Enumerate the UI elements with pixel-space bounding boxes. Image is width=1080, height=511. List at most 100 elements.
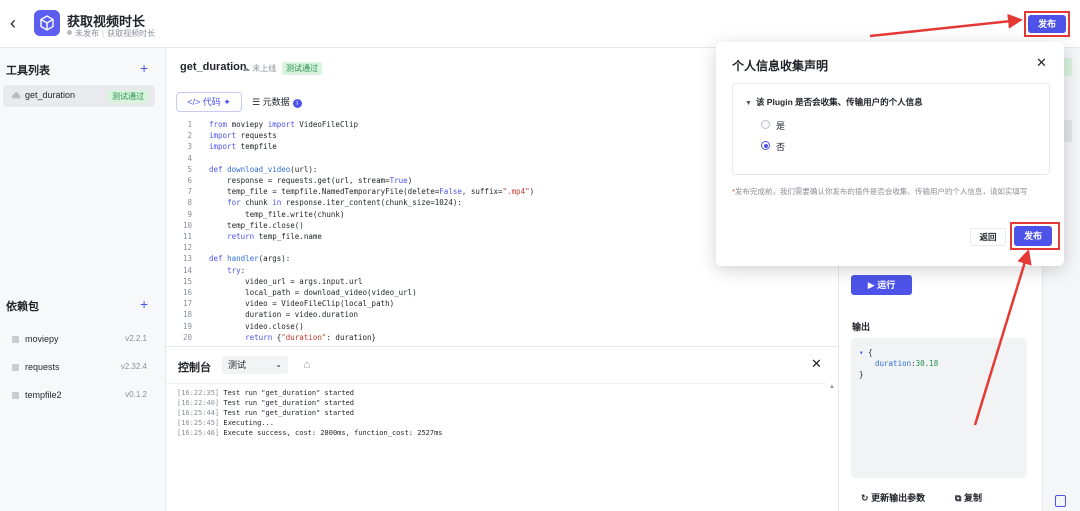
log-timestamp: [16:25:46] <box>177 429 220 437</box>
package-icon <box>12 336 19 343</box>
log-timestamp: [16:25:44] <box>177 409 220 417</box>
code-text: def handler(args): <box>209 254 291 264</box>
publish-status: 未发布 <box>75 29 99 38</box>
log-line: [16:25:44] Test run "get_duration" start… <box>177 408 354 418</box>
log-line: [16:22:40] Test run "get_duration" start… <box>177 398 354 408</box>
copy-button[interactable]: ⧉ 复制 <box>955 491 982 504</box>
document-icon[interactable] <box>1055 495 1066 507</box>
question-card: ▼ 该 Plugin 是否会收集、传输用户的个人信息 是 否 <box>732 83 1050 175</box>
add-tool-plus-icon[interactable]: + <box>140 61 148 75</box>
code-line: 20 return {"duration": duration} <box>166 332 838 343</box>
package-icon <box>12 392 19 399</box>
code-text: import requests <box>209 131 277 141</box>
plugin-description: 获取视频时长 <box>107 29 156 38</box>
back-arrow-icon[interactable]: ‹ <box>10 14 24 32</box>
copy-icon: ⧉ <box>955 493 962 503</box>
json-close-brace: } <box>859 370 864 379</box>
clear-console-icon[interactable]: ⌂ <box>299 357 315 373</box>
package-icon <box>12 364 19 371</box>
info-icon: i <box>292 99 302 108</box>
dependency-version: v0.1.2 <box>125 390 147 399</box>
back-button[interactable]: 返回 <box>970 228 1006 246</box>
json-open-brace: ▾ { <box>859 348 873 357</box>
line-number: 3 <box>187 142 192 152</box>
top-bar: ‹ 获取视频时长 未发布 | 获取视频时长 发布 <box>0 0 1080 48</box>
output-json-viewer: ▾ { duration:30.18 } <box>851 338 1027 478</box>
line-number: 4 <box>187 153 192 163</box>
dependency-item[interactable]: tempfile2 v0.1.2 <box>12 389 152 403</box>
close-icon[interactable]: ✕ <box>811 357 822 371</box>
add-dependency-plus-icon[interactable]: + <box>140 297 148 311</box>
line-number: 13 <box>182 254 192 264</box>
header-publish-button[interactable]: 发布 <box>1028 15 1066 33</box>
line-number: 10 <box>182 220 192 230</box>
scroll-up-arrow-icon[interactable]: ▲ <box>829 384 835 390</box>
dependency-item[interactable]: moviepy v2.2.1 <box>12 333 152 347</box>
line-number: 7 <box>187 187 192 197</box>
line-number: 20 <box>182 332 192 342</box>
line-number: 12 <box>182 243 192 253</box>
line-number: 18 <box>182 310 192 320</box>
line-number: 9 <box>187 209 192 219</box>
code-text: duration = video.duration <box>209 310 359 320</box>
line-number: 16 <box>182 288 192 297</box>
code-text: temp_file = tempfile.NamedTemporaryFile(… <box>209 187 535 197</box>
sidebar-item-get-duration[interactable]: get_duration 测试通过 <box>3 85 155 107</box>
log-timestamp: [16:25:45] <box>177 419 220 427</box>
cloud-icon <box>12 92 21 99</box>
console-mode-select[interactable]: 测试 ⌄ <box>222 356 288 374</box>
code-text: video_url = args.input.url <box>209 276 363 286</box>
radio-yes-label: 是 <box>776 121 786 131</box>
tool-name: get_duration <box>25 90 76 100</box>
dependency-version: v2.32.4 <box>120 362 147 371</box>
question-text[interactable]: ▼ 该 Plugin 是否会收集、传输用户的个人信息 <box>745 96 923 108</box>
console-panel: 控制台 测试 ⌄ ⌂ ✕ [16:22:35] Test run "get_dur… <box>166 346 838 511</box>
online-status: ☁ 未上线 <box>242 64 277 73</box>
log-line: [16:25:45] Executing... <box>177 418 274 428</box>
tab-code[interactable]: </> 代码 ✦ <box>176 92 242 112</box>
run-button[interactable]: ▶ 运行 <box>851 275 912 295</box>
line-number: 8 <box>187 198 192 208</box>
modal-close-icon[interactable]: ✕ <box>1036 56 1047 70</box>
modal-publish-button[interactable]: 发布 <box>1014 226 1052 246</box>
log-text: Test run "get_duration" started <box>219 409 355 417</box>
dependency-name: moviepy <box>25 334 59 344</box>
line-number: 1 <box>187 120 192 129</box>
console-title: 控制台 <box>178 362 211 374</box>
dependency-version: v2.2.1 <box>125 334 147 343</box>
code-brackets-icon: </> <box>187 97 201 107</box>
log-line: [16:22:35] Test run "get_duration" start… <box>177 388 354 398</box>
log-text: Test run "get_duration" started <box>219 389 355 397</box>
deps-section-title: 依赖包 <box>6 301 39 313</box>
code-text: try: <box>227 265 246 275</box>
line-number: 5 <box>187 164 192 174</box>
sliders-icon: ☰ <box>252 97 261 107</box>
tools-section-title: 工具列表 <box>6 65 50 77</box>
json-field: duration:30.18 <box>875 359 939 368</box>
dependency-item[interactable]: requests v2.32.4 <box>12 361 152 375</box>
editor-tool-name: get_duration <box>180 61 247 73</box>
chevron-down-icon: ⌄ <box>275 360 282 369</box>
sidebar: 工具列表 + get_duration 测试通过 依赖包 + moviepy v… <box>0 48 166 511</box>
radio-no[interactable] <box>761 141 770 150</box>
code-line: 17 video = VideoFileClip(local_path) <box>166 298 838 309</box>
console-log-list: [16:22:35] Test run "get_duration" start… <box>166 383 826 508</box>
refresh-icon: ↻ <box>861 493 869 503</box>
test-passed-badge: 测试通过 <box>282 62 322 75</box>
code-text: response = requests.get(url, stream=True… <box>209 176 413 185</box>
code-line: 16 local_path = download_video(video_url… <box>166 287 838 298</box>
tab-metadata[interactable]: ☰ 元数据 i <box>252 92 332 112</box>
modal-title: 个人信息收集声明 <box>732 59 829 73</box>
radio-yes[interactable] <box>761 120 770 129</box>
line-number: 6 <box>187 176 192 185</box>
log-timestamp: [16:22:40] <box>177 399 220 407</box>
code-text: return {"duration": duration} <box>245 332 377 342</box>
line-number: 14 <box>182 265 192 275</box>
log-text: Test run "get_duration" started <box>219 399 355 407</box>
plugin-subtitle: 未发布 | 获取视频时长 <box>67 28 155 39</box>
update-output-params-button[interactable]: ↻ 更新输出参数 <box>861 491 925 504</box>
sparkle-icon: ✦ <box>223 97 231 107</box>
privacy-declaration-modal: 个人信息收集声明 ✕ ▼ 该 Plugin 是否会收集、传输用户的个人信息 是 否… <box>716 42 1064 266</box>
code-text: temp_file.close() <box>209 220 304 230</box>
radio-no-label: 否 <box>776 142 786 152</box>
